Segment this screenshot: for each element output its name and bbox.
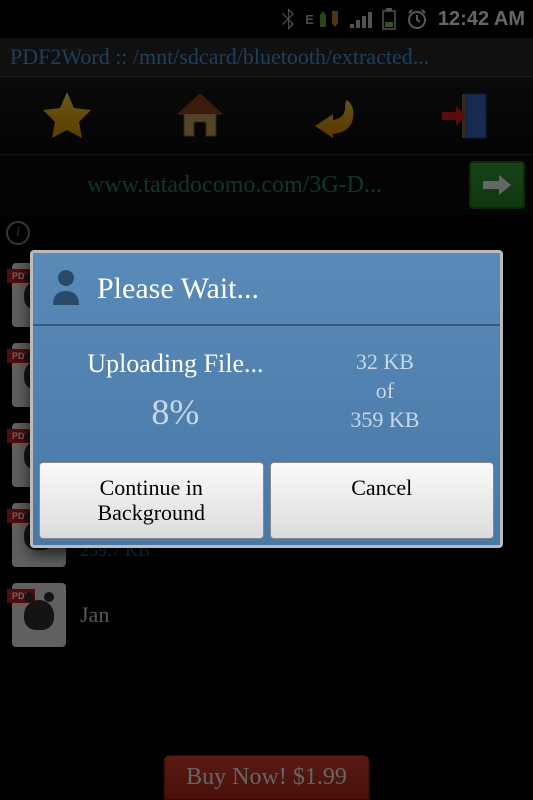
upload-dialog: Please Wait... Uploading File... 8% 32 K… [30, 250, 503, 548]
of-label: of [294, 378, 476, 404]
dialog-title: Please Wait... [97, 272, 259, 306]
cancel-button[interactable]: Cancel [270, 462, 495, 539]
continue-background-button[interactable]: Continue in Background [39, 462, 264, 539]
uploaded-size: 32 KB [294, 349, 476, 375]
upload-message: Uploading File... [57, 349, 294, 379]
dialog-body: Uploading File... 8% 32 KB of 359 KB [33, 326, 500, 456]
person-icon [49, 267, 83, 310]
dialog-buttons: Continue in Background Cancel [33, 456, 500, 545]
dialog-header: Please Wait... [33, 253, 500, 326]
total-size: 359 KB [294, 407, 476, 433]
upload-percent: 8% [57, 391, 294, 433]
